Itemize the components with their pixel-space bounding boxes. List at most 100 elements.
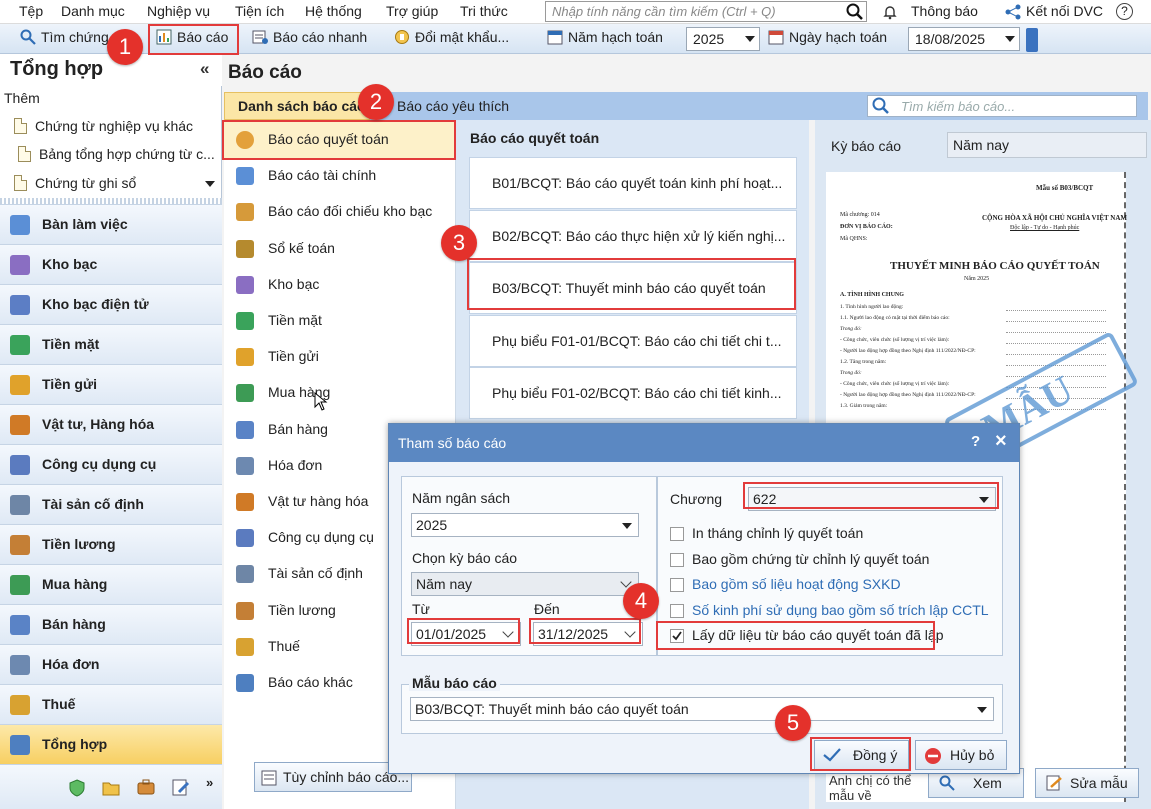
template-group: B03/BCQT: Thuyết minh báo cáo quyết toán [401,684,1003,734]
dialog-help-icon[interactable]: ? [971,433,980,450]
tab-favorite-reports[interactable]: Báo cáo yêu thích [397,98,509,114]
nav-item[interactable]: Tài sản cố định [0,484,222,524]
template-select[interactable]: B03/BCQT: Thuyết minh báo cáo quyết toán [410,697,994,721]
checkbox[interactable] [670,578,684,592]
report-category[interactable]: Sổ kế toán [224,231,456,267]
report-search-input[interactable]: Tìm kiếm báo cáo... [867,95,1137,117]
menu-file[interactable]: Tệp [19,3,43,19]
report-item[interactable]: B02/BCQT: Báo cáo thực hiện xử lý kiến n… [469,209,797,262]
report-item-label: Phụ biểu F01-01/BCQT: Báo cáo chi tiết c… [492,332,782,349]
edit-template-button[interactable]: Sửa mẫu [1035,768,1139,798]
chevron-down-icon[interactable] [205,181,215,187]
chapter-label: Chương [670,491,723,507]
tab-report-list[interactable]: Danh sách báo cáo [224,92,370,120]
preview-line: 1. Tình hình người lao động: [840,304,904,310]
nav-item[interactable]: Công cụ dụng cụ [0,444,222,484]
report-period-select[interactable]: Năm nay [411,572,639,596]
nav-item-label: Công cụ dụng cụ [42,456,157,472]
report-category[interactable]: Tiền gửi [224,339,456,375]
template-label: Mẫu báo cáo [409,675,500,691]
checkbox[interactable] [670,603,684,618]
nav-item[interactable]: Kho bạc [0,244,222,284]
briefcase-icon[interactable] [137,779,155,795]
chevron-down-icon [622,523,632,529]
report-category[interactable]: Báo cáo đối chiếu kho bạc [224,194,456,230]
connect-dvc-link[interactable]: Kết nối DVC [1026,3,1103,19]
nav-item[interactable]: Vật tư, Hàng hóa [0,404,222,444]
nav-item[interactable]: Tổng hợp [0,724,222,764]
checkbox[interactable] [670,552,684,567]
folder-icon[interactable] [102,780,120,796]
menu-operations[interactable]: Nghiệp vụ [147,3,210,19]
highlight-to-date [529,618,641,644]
fiscal-year-select[interactable]: 2025 [686,27,760,51]
checkbox[interactable] [670,527,684,541]
feature-search-placeholder: Nhập tính năng cần tìm kiếm (Ctrl + Q) [552,4,776,19]
nav-item[interactable]: Bán hàng [0,604,222,644]
dialog-title-bar[interactable]: Tham số báo cáo ? × [389,424,1019,462]
bell-icon[interactable] [883,4,897,20]
menu-catalog[interactable]: Danh mục [61,3,125,19]
nav-item[interactable]: Tiền mặt [0,324,222,364]
connect-icon[interactable] [1004,3,1022,21]
feature-search-input[interactable]: Nhập tính năng cần tìm kiếm (Ctrl + Q) [545,1,867,22]
help-icon[interactable]: ? [1116,3,1133,20]
nav-item[interactable]: Tiền lương [0,524,222,564]
collapse-icon[interactable]: « [200,59,209,79]
report-category[interactable]: Kho bạc [224,267,456,303]
search-document-button[interactable]: Tìm chứng [20,29,109,45]
preview-dotted-line [1006,332,1106,333]
notifications-link[interactable]: Thông báo [911,3,978,19]
dialog-close-icon[interactable]: × [995,430,1007,453]
report-category[interactable]: Tiền mặt [224,303,456,339]
menu-help[interactable]: Trợ giúp [386,3,438,19]
menu-system[interactable]: Hệ thống [305,3,362,19]
preview-dotted-line [1006,310,1106,311]
category-icon [236,601,254,620]
left-bottom-bar: » [0,764,222,809]
quick-report-button[interactable]: Báo cáo nhanh [252,29,367,45]
report-category[interactable]: Mua hàng [224,375,456,411]
highlight-from-date [407,618,520,644]
report-category[interactable]: Báo cáo tài chính [224,158,456,194]
report-item-label: B02/BCQT: Báo cáo thực hiện xử lý kiến n… [492,227,786,244]
edit-icon[interactable] [172,779,190,797]
period-select[interactable]: Năm nay [947,132,1147,158]
nav-item-label: Kho bạc [42,256,98,272]
nav-item[interactable]: Mua hàng [0,564,222,604]
more-icon[interactable]: » [206,775,213,790]
quick-item[interactable]: Bảng tổng hợp chứng từ c... [18,146,215,162]
menu-utilities[interactable]: Tiện ích [235,3,284,19]
nav-item[interactable]: Kho bạc điện tử [0,284,222,324]
posting-date-picker[interactable]: 18/08/2025 [908,27,1020,51]
cancel-label: Hủy bỏ [950,747,995,763]
report-category-label: Vật tư hàng hóa [268,493,369,509]
report-item[interactable]: Phụ biểu F01-01/BCQT: Báo cáo chi tiết c… [469,314,797,367]
category-icon [236,384,254,403]
menu-knowledge[interactable]: Tri thức [460,3,508,19]
shield-icon[interactable] [68,779,86,797]
step-badge: 5 [775,705,811,741]
nav-item[interactable]: Thuế [0,684,222,724]
quick-item[interactable]: Chứng từ nghiệp vụ khác [14,118,193,134]
nav-item[interactable]: Bàn làm việc [0,204,222,244]
budget-year-select[interactable]: 2025 [411,513,639,537]
search-icon[interactable] [846,3,864,21]
report-category-label: Thuế [268,637,300,654]
cancel-button[interactable]: Hủy bỏ [915,740,1007,770]
preview-line: - Người lao động hợp đồng theo Nghị định… [840,392,976,398]
category-icon [236,239,254,258]
report-category-label: Bán hàng [268,420,328,437]
report-item[interactable]: Phụ biểu F01-02/BCQT: Báo cáo chi tiết k… [469,367,797,419]
category-icon [236,456,254,475]
nav-item[interactable]: Hóa đơn [0,644,222,684]
add-label: Thêm [4,90,40,106]
step-badge: 4 [623,583,659,619]
report-category-label: Báo cáo khác [268,674,353,690]
quick-item[interactable]: Chứng từ ghi sổ [14,175,136,191]
nav-item-label: Hóa đơn [42,656,100,672]
toolbar-overflow-button[interactable] [1026,28,1038,52]
nav-item[interactable]: Tiền gửi [0,364,222,404]
report-item[interactable]: B01/BCQT: Báo cáo quyết toán kinh phí ho… [469,157,797,209]
change-password-button[interactable]: Đổi mật khẩu... [394,29,509,45]
